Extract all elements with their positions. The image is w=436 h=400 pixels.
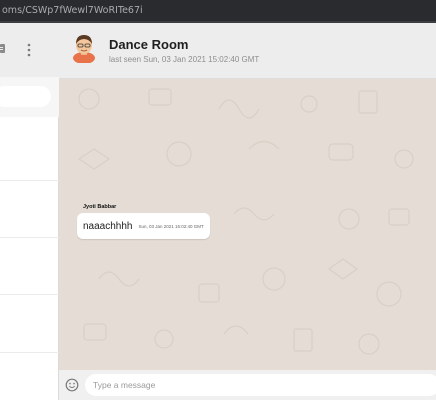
sidebar-chat-item[interactable] bbox=[0, 181, 59, 238]
sidebar-chat-item[interactable] bbox=[0, 238, 59, 295]
new-chat-icon[interactable] bbox=[0, 43, 6, 54]
browser-url-bar[interactable]: oms/CSWp7fWewl7WoRITe67i bbox=[0, 0, 436, 21]
sidebar-search-input[interactable] bbox=[0, 86, 51, 107]
sidebar-chat-item[interactable] bbox=[0, 295, 59, 353]
message-timestamp: Sun, 03 Jan 2021 15:02:40 GMT bbox=[138, 223, 204, 229]
sidebar bbox=[0, 23, 59, 400]
room-avatar[interactable] bbox=[71, 33, 97, 63]
message-composer bbox=[59, 370, 436, 400]
last-seen-status: last seen Sun, 03 Jan 2021 15:02:40 GMT bbox=[109, 55, 260, 64]
message-bubble[interactable]: naaachhhh Sun, 03 Jan 2021 15:02:40 GMT bbox=[77, 213, 210, 239]
room-title: Dance Room bbox=[109, 37, 189, 52]
sidebar-header bbox=[0, 23, 59, 77]
message-sender: Jyoti Babbar bbox=[83, 204, 117, 210]
chat-header: Dance Room last seen Sun, 03 Jan 2021 15… bbox=[59, 23, 436, 79]
emoji-icon[interactable] bbox=[65, 378, 79, 392]
sidebar-chat-item[interactable] bbox=[0, 117, 59, 181]
message-text: naaachhhh bbox=[83, 220, 133, 232]
sidebar-search-container bbox=[0, 77, 59, 117]
more-options-icon[interactable] bbox=[26, 43, 32, 57]
chat-messages-area: Jyoti Babbar naaachhhh Sun, 03 Jan 2021 … bbox=[59, 79, 436, 370]
message-input[interactable] bbox=[85, 374, 436, 396]
